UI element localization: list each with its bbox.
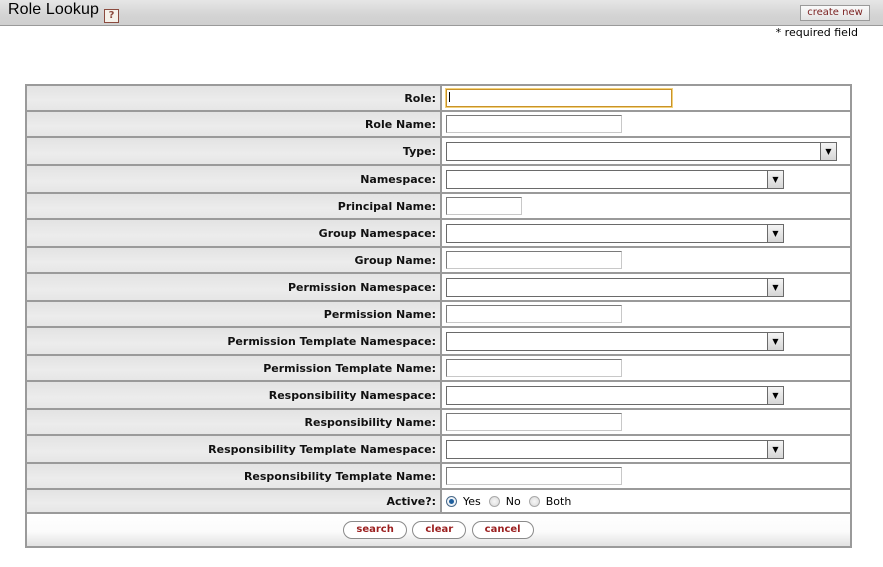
- row-responsibility-template-name: Responsibility Template Name:: [25, 462, 852, 490]
- cancel-button[interactable]: cancel: [471, 521, 534, 539]
- row-role-name: Role Name:: [25, 110, 852, 138]
- row-principal-name: Principal Name:: [25, 192, 852, 220]
- active-no-radio[interactable]: [488, 495, 500, 507]
- chevron-down-icon[interactable]: ▼: [820, 142, 836, 160]
- responsibility-name-input[interactable]: [446, 413, 622, 431]
- create-new-button[interactable]: create new: [800, 5, 870, 21]
- button-row: search clear cancel: [25, 512, 852, 548]
- active-yes-label[interactable]: Yes: [463, 495, 481, 508]
- responsibility-template-name-input[interactable]: [446, 467, 622, 485]
- permission-template-name-label: Permission Template Name:: [25, 354, 442, 382]
- role-name-label: Role Name:: [25, 110, 442, 138]
- chevron-down-icon[interactable]: ▼: [767, 278, 783, 296]
- row-active: Active?: Yes No Both: [25, 488, 852, 514]
- group-name-input[interactable]: [446, 251, 622, 269]
- permission-name-input[interactable]: [446, 305, 622, 323]
- active-radio-group: Yes No Both: [446, 495, 850, 508]
- namespace-select[interactable]: ▼: [446, 169, 784, 189]
- chevron-down-icon[interactable]: ▼: [767, 440, 783, 458]
- row-group-namespace: Group Namespace: ▼: [25, 218, 852, 248]
- responsibility-namespace-select[interactable]: ▼: [446, 385, 784, 405]
- group-name-label: Group Name:: [25, 246, 442, 274]
- type-label: Type:: [25, 136, 442, 166]
- row-group-name: Group Name:: [25, 246, 852, 274]
- row-permission-name: Permission Name:: [25, 300, 852, 328]
- active-yes-radio[interactable]: [446, 495, 457, 507]
- row-permission-template-namespace: Permission Template Namespace: ▼: [25, 326, 852, 356]
- principal-name-input[interactable]: [446, 197, 522, 215]
- role-name-input[interactable]: [446, 115, 622, 133]
- responsibility-template-namespace-label: Responsibility Template Namespace:: [25, 434, 442, 464]
- required-field-note: * required field: [775, 26, 858, 39]
- lookup-criteria-table: Role: Role Name: Type: ▼ Namespace: ▼ Pr…: [25, 84, 852, 548]
- chevron-down-icon[interactable]: ▼: [767, 170, 783, 188]
- permission-template-name-input[interactable]: [446, 359, 622, 377]
- row-permission-template-name: Permission Template Name:: [25, 354, 852, 382]
- row-role: Role:: [25, 84, 852, 112]
- chevron-down-icon[interactable]: ▼: [767, 224, 783, 242]
- row-responsibility-namespace: Responsibility Namespace: ▼: [25, 380, 852, 410]
- group-namespace-label: Group Namespace:: [25, 218, 442, 248]
- namespace-label: Namespace:: [25, 164, 442, 194]
- active-label: Active?:: [25, 488, 442, 514]
- row-responsibility-template-namespace: Responsibility Template Namespace: ▼: [25, 434, 852, 464]
- responsibility-template-name-label: Responsibility Template Name:: [25, 462, 442, 490]
- active-both-radio[interactable]: [528, 495, 540, 507]
- active-both-label[interactable]: Both: [546, 495, 572, 508]
- row-permission-namespace: Permission Namespace: ▼: [25, 272, 852, 302]
- responsibility-namespace-label: Responsibility Namespace:: [25, 380, 442, 410]
- active-no-label[interactable]: No: [506, 495, 521, 508]
- permission-template-namespace-select[interactable]: ▼: [446, 331, 784, 351]
- row-type: Type: ▼: [25, 136, 852, 166]
- search-button[interactable]: search: [343, 521, 407, 539]
- permission-name-label: Permission Name:: [25, 300, 442, 328]
- page-title: Role Lookup: [8, 1, 99, 18]
- principal-name-label: Principal Name:: [25, 192, 442, 220]
- responsibility-template-namespace-select[interactable]: ▼: [446, 439, 784, 459]
- chevron-down-icon[interactable]: ▼: [767, 332, 783, 350]
- type-select[interactable]: ▼: [446, 141, 837, 161]
- help-icon[interactable]: ?: [104, 9, 119, 23]
- responsibility-name-label: Responsibility Name:: [25, 408, 442, 436]
- page-header: Role Lookup ? create new: [0, 0, 883, 26]
- role-label: Role:: [25, 84, 442, 112]
- chevron-down-icon[interactable]: ▼: [767, 386, 783, 404]
- clear-button[interactable]: clear: [412, 521, 467, 539]
- permission-template-namespace-label: Permission Template Namespace:: [25, 326, 442, 356]
- row-responsibility-name: Responsibility Name:: [25, 408, 852, 436]
- group-namespace-select[interactable]: ▼: [446, 223, 784, 243]
- permission-namespace-select[interactable]: ▼: [446, 277, 784, 297]
- role-input[interactable]: [446, 89, 672, 107]
- permission-namespace-label: Permission Namespace:: [25, 272, 442, 302]
- row-namespace: Namespace: ▼: [25, 164, 852, 194]
